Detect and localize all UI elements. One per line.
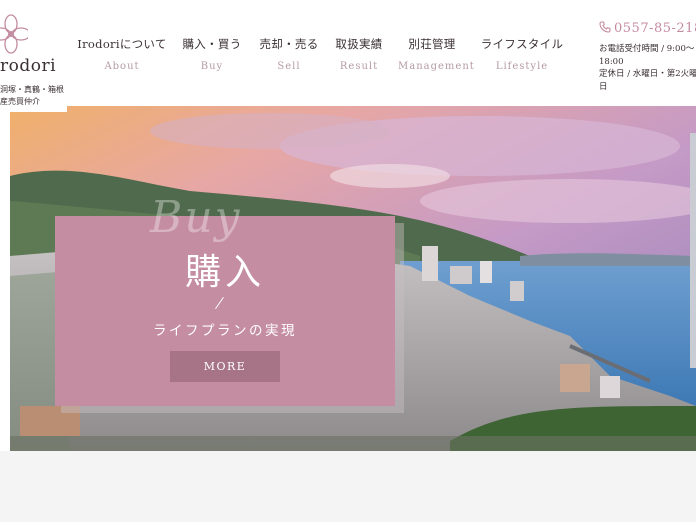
nav-label-en: Management [398,61,475,72]
nav-label-en: Sell [277,61,301,72]
slider-edge [690,133,696,368]
nav-item-result[interactable]: 取扱実績 Result [332,36,386,72]
card-script-text: Buy [150,192,242,243]
logo-block[interactable]: rodori 洞塚・真鶴・箱根 産売買仲介 [0,0,67,112]
logo-tagline-line: 産売買仲介 [0,97,40,106]
nav-label-jp: 売却・売る [259,37,319,51]
logo-tagline: 洞塚・真鶴・箱根 産売買仲介 [0,84,64,108]
card-subtitle: ライフプランの実現 [153,323,297,339]
page: Buy 購入 ライフプランの実現 MORE rodori 洞塚・真鶴・箱根 産売… [0,0,696,522]
card-divider [215,296,224,310]
business-hours: お電話受付時間 / 9:00〜 18:00 定休日 / 水曜日・第2火曜 日 [599,43,696,93]
contact-block: 0557-85-2188 お電話受付時間 / 9:00〜 18:00 定休日 /… [587,0,696,104]
hours-line: 定休日 / 水曜日・第2火曜 [599,69,696,79]
hours-line: 日 [599,81,608,92]
nav-label-jp: 購入・買う [182,37,242,51]
hours-line: お電話受付時間 / 9:00〜 [599,44,695,54]
nav-label-en: Buy [200,61,224,72]
nav-label-en: Lifestyle [495,61,549,72]
nav-label-en: About [104,61,140,72]
nav-label-jp: 別荘管理 [408,37,456,51]
logo-text: rodori [0,56,57,76]
card-title: 購入 [184,252,265,293]
nav-label-jp: ライフスタイル [480,37,564,51]
logo-tagline-line: 洞塚・真鶴・箱根 [0,85,64,94]
bottom-section [0,451,696,522]
nav-label-en: Result [339,61,379,72]
hours-line: 18:00 [599,56,624,67]
nav-item-lifestyle[interactable]: ライフスタイル Lifestyle [480,36,564,72]
nav-item-about[interactable]: Irodoriについて About [74,36,170,72]
phone-icon [599,21,611,33]
nav-label-jp: Irodoriについて [77,37,167,51]
phone-link[interactable]: 0557-85-2188 [599,21,696,36]
phone-number: 0557-85-2188 [614,21,696,36]
hero-card: Buy 購入 ライフプランの実現 MORE [55,192,395,406]
nav-item-management[interactable]: 別荘管理 Management [398,36,475,72]
flower-logo-icon [0,14,28,54]
nav-item-buy[interactable]: 購入・買う Buy [180,36,244,72]
more-button[interactable]: MORE [170,351,280,382]
nav-label-jp: 取扱実績 [335,37,383,51]
nav-item-sell[interactable]: 売却・売る Sell [257,36,321,72]
